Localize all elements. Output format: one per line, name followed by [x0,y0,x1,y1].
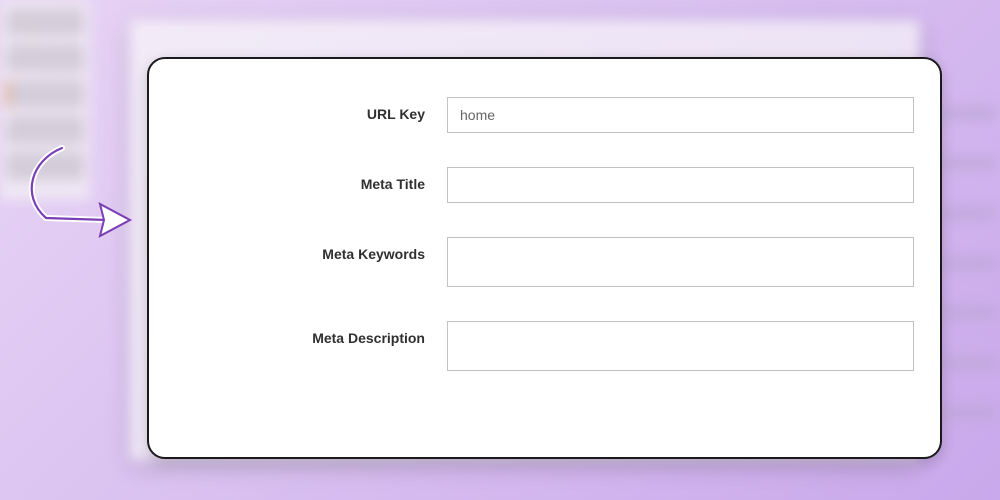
meta-keywords-input[interactable] [447,237,914,287]
seo-form-card: URL Key Meta Title Meta Keywords Meta De… [147,57,942,459]
url-key-input[interactable] [447,97,914,133]
meta-description-label: Meta Description [167,321,447,346]
arrow-annotation-icon [12,140,142,260]
meta-keywords-label: Meta Keywords [167,237,447,262]
meta-title-input[interactable] [447,167,914,203]
meta-keywords-row: Meta Keywords [167,237,914,287]
url-key-row: URL Key [167,97,914,133]
bg-right-list [940,70,1000,470]
meta-title-label: Meta Title [167,167,447,192]
url-key-label: URL Key [167,97,447,122]
meta-title-row: Meta Title [167,167,914,203]
meta-description-row: Meta Description [167,321,914,371]
meta-description-input[interactable] [447,321,914,371]
